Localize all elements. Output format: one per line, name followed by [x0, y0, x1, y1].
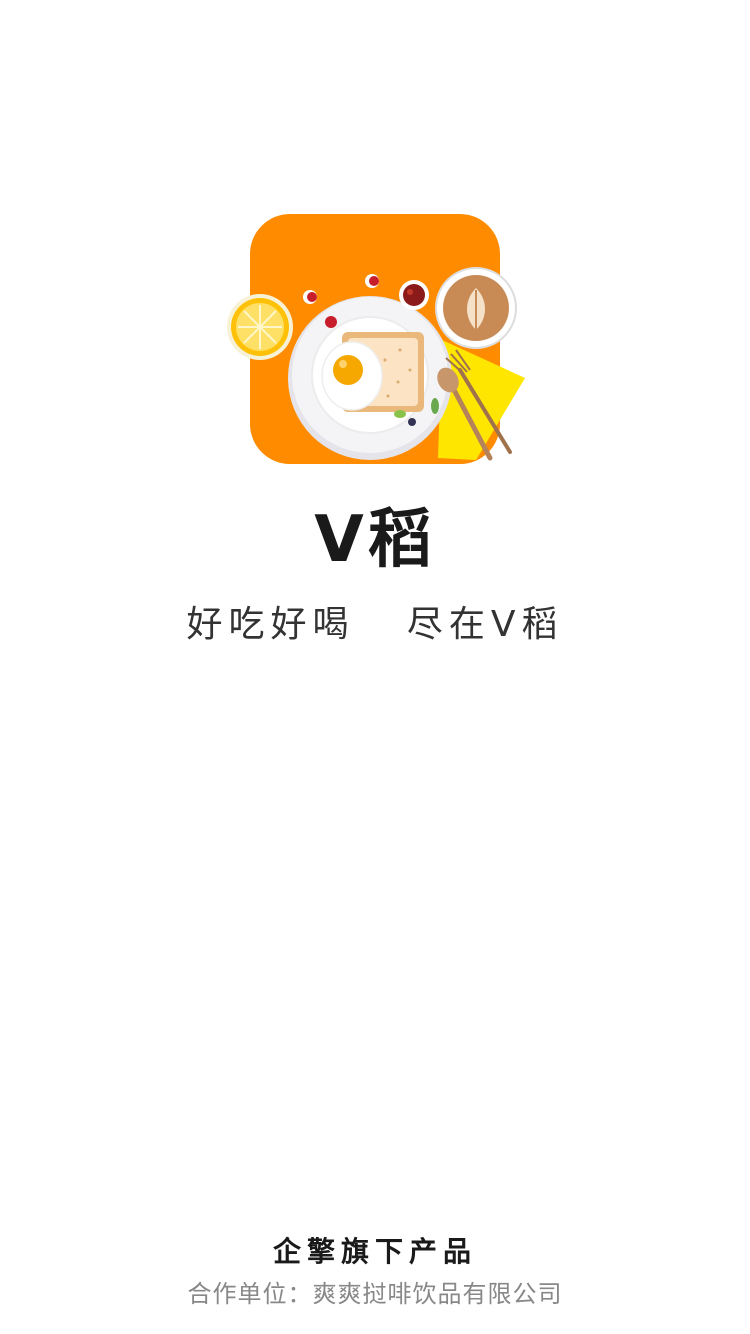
footer-partner: 合作单位：爽爽挝啡饮品有限公司	[187, 1280, 563, 1308]
footer-brand: 企擎旗下产品	[272, 1235, 477, 1268]
app-name: V稻	[314, 503, 436, 577]
app-logo-icon	[220, 210, 530, 470]
app-slogan: 好吃好喝 尽在V稻	[186, 604, 564, 645]
